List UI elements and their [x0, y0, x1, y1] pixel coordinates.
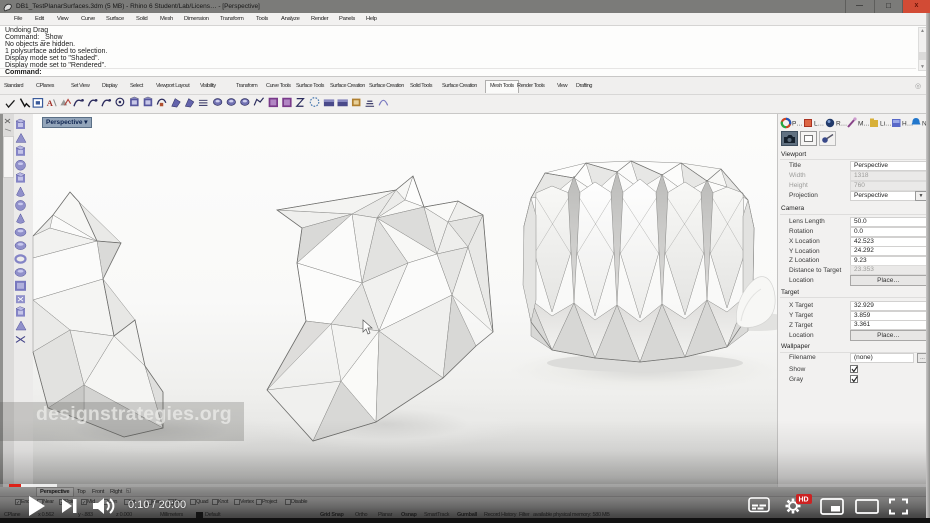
svg-text:Li…: Li… — [880, 121, 892, 128]
svg-text:P…: P… — [792, 121, 803, 128]
svg-text:H…: H… — [902, 121, 913, 128]
svg-text:L…: L… — [814, 121, 824, 128]
svg-text:M…: M… — [858, 121, 870, 128]
svg-text:HD: HD — [799, 497, 809, 504]
svg-text:R…: R… — [836, 121, 847, 128]
